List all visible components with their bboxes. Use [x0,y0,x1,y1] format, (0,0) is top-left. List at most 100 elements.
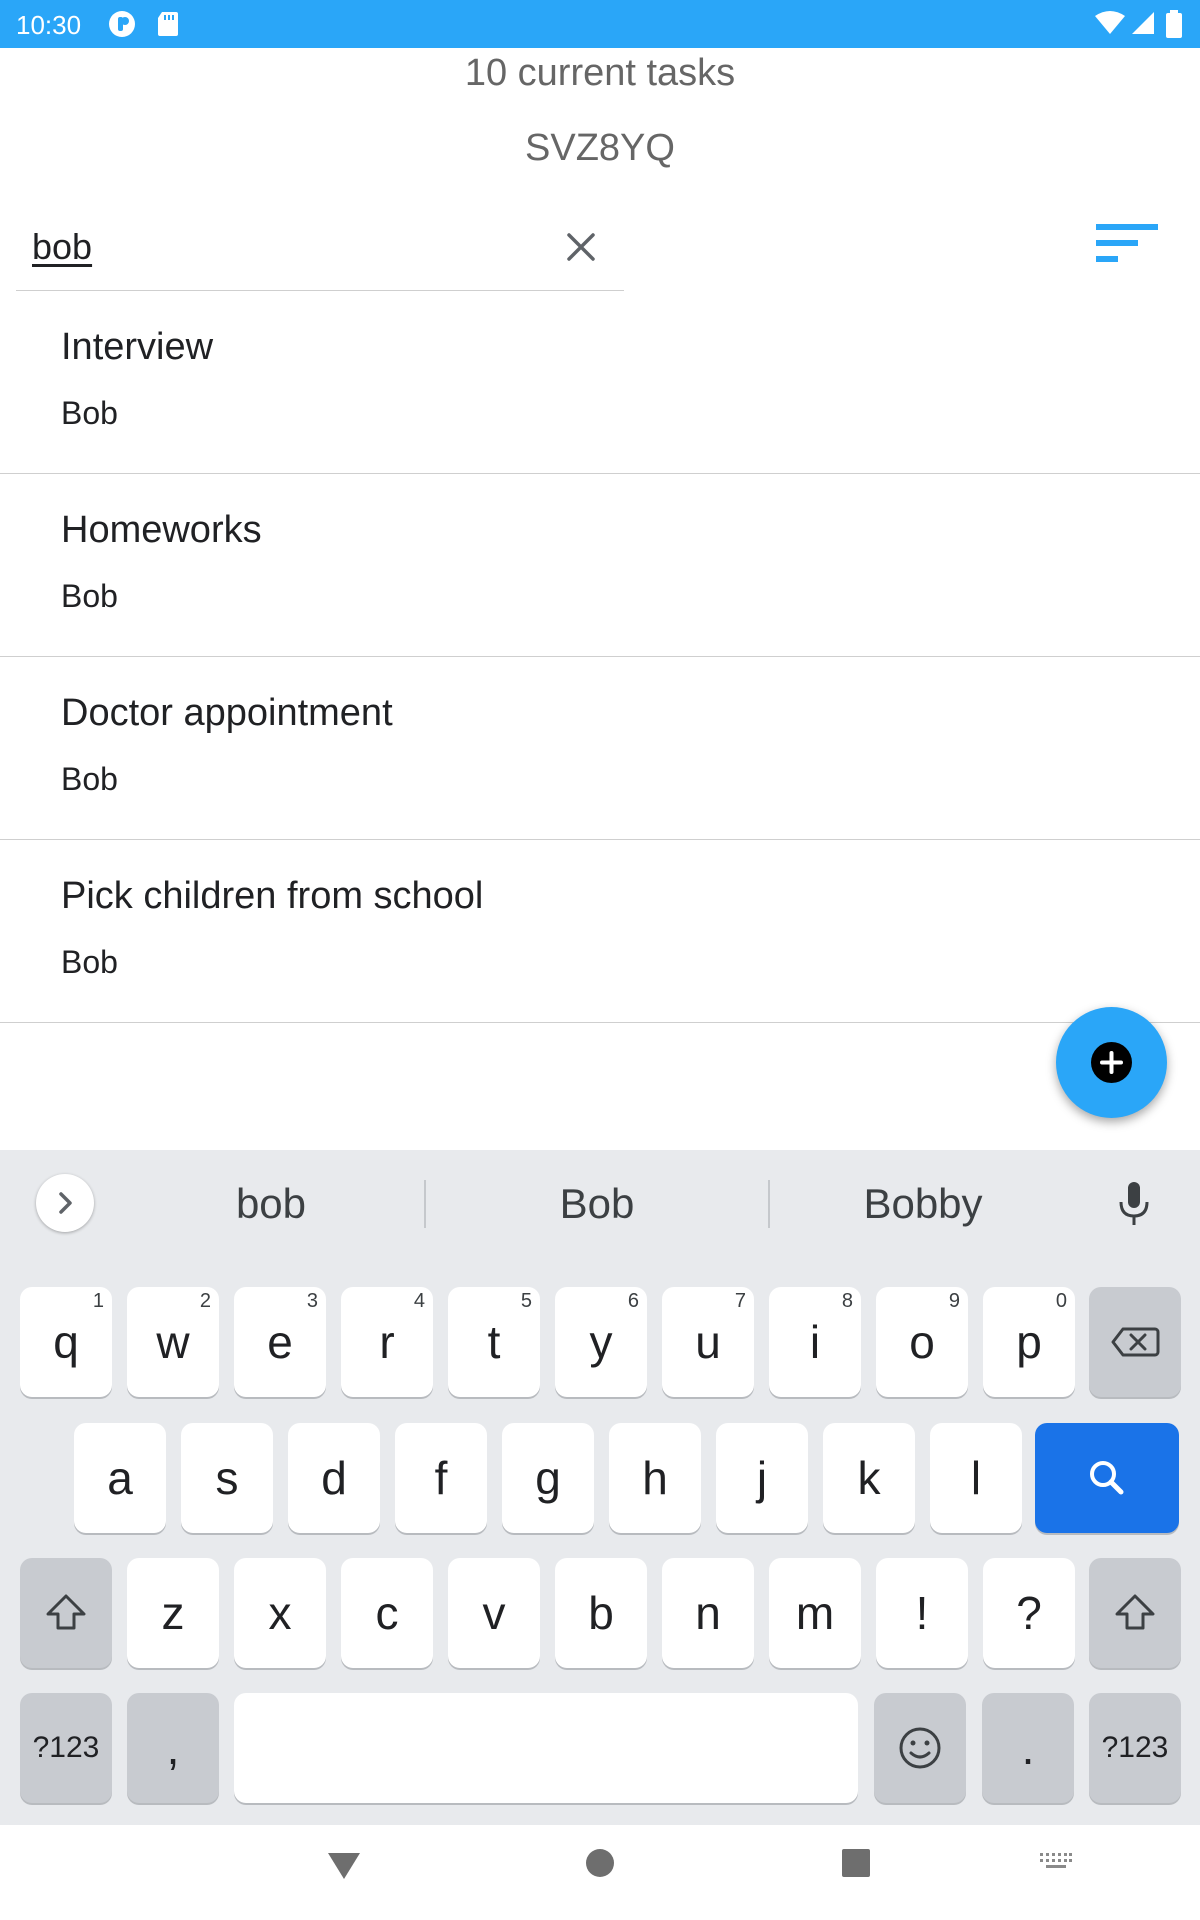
emoji-key[interactable] [874,1693,966,1803]
key-r[interactable]: r4 [341,1287,433,1397]
key-label: l [970,1452,982,1504]
shift-icon [1115,1594,1155,1630]
key-exclamation[interactable]: ! [876,1558,968,1668]
key-j[interactable]: j [716,1423,808,1533]
clear-search-icon[interactable] [561,227,601,267]
notification-app-icon [109,11,135,37]
search-key[interactable] [1035,1423,1179,1533]
key-label: ! [915,1587,929,1639]
suggestion-3[interactable]: Bobby [773,1180,1073,1228]
symbols-key-right[interactable]: ?123 [1089,1693,1181,1803]
key-c[interactable]: c [341,1558,433,1668]
key-p[interactable]: p0 [983,1287,1075,1397]
key-number-hint: 7 [734,1290,746,1312]
key-label: u [695,1316,721,1368]
symbols-key-left[interactable]: ?123 [20,1693,112,1803]
task-owner: Bob [61,578,118,614]
sd-card-icon [158,12,178,36]
task-owner: Bob [61,944,118,980]
task-row[interactable]: Interview Bob [0,291,1200,474]
key-label: n [695,1587,721,1639]
key-t[interactable]: t5 [448,1287,540,1397]
key-g[interactable]: g [502,1423,594,1533]
keyboard-switch-icon[interactable] [1040,1853,1072,1873]
search-input[interactable] [32,222,532,272]
navigation-bar [0,1825,1200,1920]
back-icon[interactable] [326,1849,362,1881]
emoji-icon [899,1727,941,1769]
key-d[interactable]: d [288,1423,380,1533]
key-number-hint: 6 [627,1290,639,1312]
key-label: j [756,1452,768,1504]
key-k[interactable]: k [823,1423,915,1533]
task-owner: Bob [61,395,118,431]
suggestion-2[interactable]: Bob [447,1180,747,1228]
key-number-hint: 5 [520,1290,532,1312]
key-w[interactable]: w2 [127,1287,219,1397]
key-y[interactable]: y6 [555,1287,647,1397]
key-q[interactable]: q1 [20,1287,112,1397]
key-number-hint: 8 [841,1290,853,1312]
key-b[interactable]: b [555,1558,647,1668]
room-code: SVZ8YQ [525,127,675,169]
home-icon[interactable] [584,1847,616,1879]
key-label: f [434,1452,448,1504]
comma-key[interactable]: , [127,1693,219,1803]
key-number-hint: 9 [948,1290,960,1312]
key-l[interactable]: l [930,1423,1022,1533]
key-e[interactable]: e3 [234,1287,326,1397]
shift-key-left[interactable] [20,1558,112,1668]
key-z[interactable]: z [127,1558,219,1668]
key-label: g [535,1452,561,1504]
key-label: x [268,1587,292,1639]
space-key[interactable] [234,1693,858,1803]
wifi-icon [1095,11,1125,34]
sort-filter-icon[interactable] [1096,222,1160,266]
key-h[interactable]: h [609,1423,701,1533]
key-label: q [53,1316,79,1368]
task-title: Doctor appointment [61,692,393,734]
recents-icon[interactable] [840,1847,872,1879]
key-f[interactable]: f [395,1423,487,1533]
key-label: z [161,1587,185,1639]
key-number-hint: 0 [1055,1290,1067,1312]
key-s[interactable]: s [181,1423,273,1533]
key-label: a [107,1452,133,1504]
shift-key-right[interactable] [1089,1558,1181,1668]
period-key[interactable]: . [982,1693,1074,1803]
microphone-icon[interactable] [1112,1180,1156,1228]
key-v[interactable]: v [448,1558,540,1668]
status-time: 10:30 [16,10,82,40]
key-a[interactable]: a [74,1423,166,1533]
key-label: t [487,1316,501,1368]
key-i[interactable]: i8 [769,1287,861,1397]
expand-suggestions-button[interactable] [36,1174,94,1232]
key-n[interactable]: n [662,1558,754,1668]
chevron-right-icon [59,1192,72,1214]
soft-keyboard: bob Bob Bobby ?123 , . ?123 q 1 w 2 e 3 … [0,1150,1200,1825]
key-m[interactable]: m [769,1558,861,1668]
key-o[interactable]: o9 [876,1287,968,1397]
task-count-title: 10 current tasks [464,52,736,94]
signal-icon [1132,12,1154,34]
backspace-key[interactable] [1089,1287,1181,1397]
key-label: ? [1016,1587,1042,1639]
suggestion-1[interactable]: bob [121,1180,421,1228]
add-task-button[interactable] [1056,1007,1167,1118]
key-label: h [642,1452,668,1504]
task-row[interactable]: Pick children from school Bob [0,840,1200,1023]
task-title: Homeworks [61,509,262,551]
key-label: w [156,1316,190,1368]
key-x[interactable]: x [234,1558,326,1668]
search-bar [16,205,624,291]
key-label: y [589,1316,613,1368]
key-u[interactable]: u7 [662,1287,754,1397]
key-question[interactable]: ? [983,1558,1075,1668]
key-label: k [857,1452,881,1504]
key-label: e [267,1316,293,1368]
key-number-hint: 3 [306,1290,318,1312]
task-row[interactable]: Doctor appointment Bob [0,657,1200,840]
task-row[interactable]: Homeworks Bob [0,474,1200,657]
key-label: o [909,1316,935,1368]
task-list: Interview Bob Homeworks Bob Doctor appoi… [0,291,1200,1023]
